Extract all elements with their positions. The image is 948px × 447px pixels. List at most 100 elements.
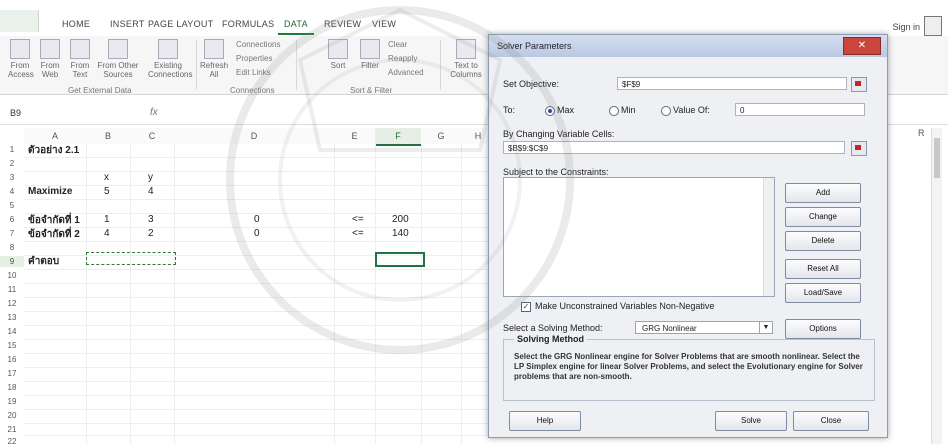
- column-header-d[interactable]: D: [174, 128, 335, 144]
- cell-b3[interactable]: x: [104, 172, 109, 183]
- column-header-g[interactable]: G: [421, 128, 462, 144]
- cell-a6[interactable]: ข้อจำกัดที่ 1: [28, 213, 80, 228]
- cell-d7[interactable]: 0: [254, 228, 260, 239]
- solving-method-select[interactable]: GRG Nonlinear ▼: [635, 321, 773, 334]
- row-header[interactable]: 19: [0, 396, 24, 407]
- add-button[interactable]: Add: [785, 183, 861, 203]
- refresh-all-button[interactable]: Refresh All: [200, 39, 228, 79]
- tab-insert[interactable]: INSERT: [110, 19, 145, 29]
- row-header[interactable]: 6: [0, 214, 24, 225]
- cell-b7[interactable]: 4: [104, 228, 110, 239]
- constraints-list[interactable]: [503, 177, 775, 297]
- row-header[interactable]: 4: [0, 186, 24, 197]
- max-radio[interactable]: [545, 106, 555, 116]
- sort-button[interactable]: Sort: [326, 39, 350, 70]
- row-header[interactable]: 13: [0, 312, 24, 323]
- cell-b6[interactable]: 1: [104, 214, 110, 225]
- change-button[interactable]: Change: [785, 207, 861, 227]
- existing-connections-button[interactable]: Existing Connections: [148, 39, 192, 79]
- row-header[interactable]: 10: [0, 270, 24, 281]
- close-icon[interactable]: ✕: [843, 37, 881, 55]
- help-button[interactable]: Help: [509, 411, 581, 431]
- row-header[interactable]: 18: [0, 382, 24, 393]
- connections-command[interactable]: Connections: [236, 40, 280, 49]
- load-save-button[interactable]: Load/Save: [785, 283, 861, 303]
- fx-icon[interactable]: fx: [150, 107, 158, 118]
- file-tab[interactable]: [0, 10, 39, 32]
- worksheet-grid[interactable]: A B C D E F G H 1 2 3 4 5 6 7 8 9 10 11 …: [0, 128, 496, 446]
- cell-a7[interactable]: ข้อจำกัดที่ 2: [28, 227, 80, 242]
- cell-b4[interactable]: 5: [104, 186, 110, 197]
- user-avatar-icon[interactable]: [924, 16, 942, 36]
- tab-formulas[interactable]: FORMULAS: [222, 19, 274, 29]
- scrollbar-thumb[interactable]: [934, 138, 940, 178]
- cell-d6[interactable]: 0: [254, 214, 260, 225]
- active-cell-f9[interactable]: [375, 252, 425, 267]
- column-header-b[interactable]: B: [86, 128, 131, 144]
- constraints-scrollbar[interactable]: [763, 178, 774, 296]
- range-select-icon[interactable]: [851, 77, 867, 92]
- row-header[interactable]: 11: [0, 284, 24, 295]
- clear-command[interactable]: Clear: [388, 40, 407, 49]
- close-button[interactable]: Close: [793, 411, 869, 431]
- cell-f7[interactable]: 140: [392, 228, 409, 239]
- text-to-columns-button[interactable]: Text to Columns: [446, 39, 486, 79]
- vertical-scrollbar[interactable]: [931, 128, 942, 444]
- reapply-command[interactable]: Reapply: [388, 54, 417, 63]
- solve-button[interactable]: Solve: [715, 411, 787, 431]
- copy-marquee-b9-c9[interactable]: [86, 252, 176, 265]
- column-header-e[interactable]: E: [334, 128, 376, 144]
- cell-c3[interactable]: y: [148, 172, 153, 183]
- tab-view[interactable]: VIEW: [372, 19, 396, 29]
- cell-c4[interactable]: 4: [148, 186, 154, 197]
- min-radio[interactable]: [609, 106, 619, 116]
- column-header-c[interactable]: C: [130, 128, 175, 144]
- cell-e6[interactable]: <=: [352, 214, 364, 225]
- cell-f6[interactable]: 200: [392, 214, 409, 225]
- cell-a4[interactable]: Maximize: [28, 186, 72, 197]
- properties-command[interactable]: Properties: [236, 54, 272, 63]
- tab-data[interactable]: DATA: [278, 19, 314, 35]
- row-header[interactable]: 3: [0, 172, 24, 183]
- cell-a1[interactable]: ตัวอย่าง 2.1: [28, 143, 79, 158]
- row-header[interactable]: 8: [0, 242, 24, 253]
- value-of-input[interactable]: 0: [735, 103, 865, 116]
- range-select-icon[interactable]: [851, 141, 867, 156]
- row-header[interactable]: 16: [0, 354, 24, 365]
- advanced-command[interactable]: Advanced: [388, 68, 424, 77]
- filter-button[interactable]: Filter: [358, 39, 382, 70]
- row-header[interactable]: 7: [0, 228, 24, 239]
- from-access-button[interactable]: From Access: [8, 39, 34, 79]
- edit-links-command[interactable]: Edit Links: [236, 68, 271, 77]
- row-header[interactable]: 5: [0, 200, 24, 211]
- from-other-sources-button[interactable]: From Other Sources: [96, 39, 140, 79]
- row-header[interactable]: 15: [0, 340, 24, 351]
- column-header-a[interactable]: A: [24, 128, 87, 144]
- cell-c6[interactable]: 3: [148, 214, 154, 225]
- row-header[interactable]: 17: [0, 368, 24, 379]
- cell-c7[interactable]: 2: [148, 228, 154, 239]
- nonneg-checkbox[interactable]: ✓: [521, 302, 531, 312]
- set-objective-input[interactable]: $F$9: [617, 77, 847, 90]
- column-header-r[interactable]: R: [918, 128, 925, 138]
- cell-a9[interactable]: คำตอบ: [28, 254, 59, 269]
- tab-home[interactable]: HOME: [62, 19, 90, 29]
- column-header-f[interactable]: F: [375, 128, 422, 146]
- row-header-selected[interactable]: 9: [0, 256, 24, 267]
- delete-button[interactable]: Delete: [785, 231, 861, 251]
- tab-page-layout[interactable]: PAGE LAYOUT: [148, 19, 213, 29]
- from-web-button[interactable]: From Web: [38, 39, 62, 79]
- row-header[interactable]: 12: [0, 298, 24, 309]
- row-header[interactable]: 2: [0, 158, 24, 169]
- sign-in-link[interactable]: Sign in: [892, 22, 920, 32]
- changing-cells-input[interactable]: $B$9:$C$9: [503, 141, 845, 154]
- options-button[interactable]: Options: [785, 319, 861, 339]
- row-header[interactable]: 20: [0, 410, 24, 421]
- name-box[interactable]: B9: [10, 108, 80, 121]
- value-of-radio[interactable]: [661, 106, 671, 116]
- row-header[interactable]: 14: [0, 326, 24, 337]
- reset-all-button[interactable]: Reset All: [785, 259, 861, 279]
- tab-review[interactable]: REVIEW: [324, 19, 361, 29]
- dialog-titlebar[interactable]: Solver Parameters ✕: [489, 35, 887, 57]
- row-header[interactable]: 21: [0, 424, 24, 435]
